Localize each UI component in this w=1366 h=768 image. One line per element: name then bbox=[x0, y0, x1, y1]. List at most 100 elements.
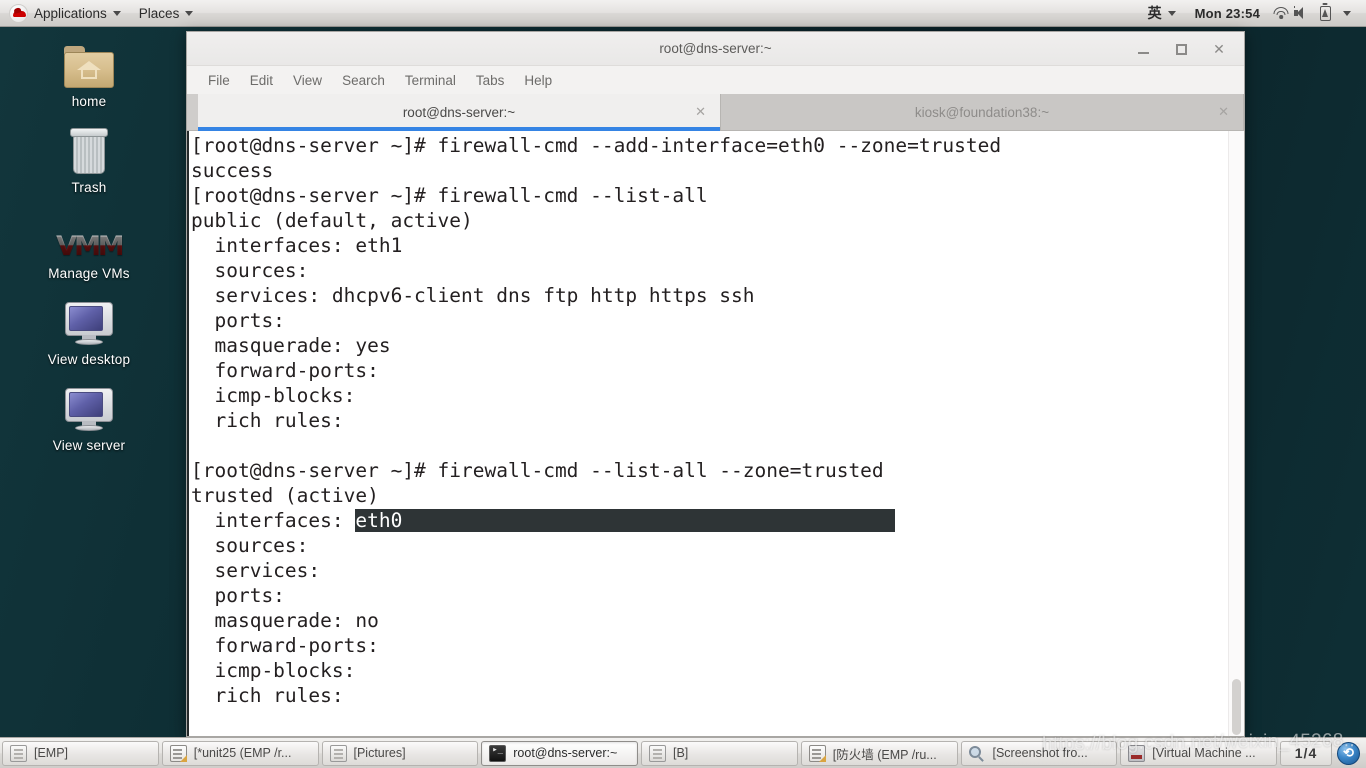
window-icon bbox=[329, 744, 347, 762]
desktop-icon-label: View desktop bbox=[47, 352, 131, 367]
chevron-down-icon bbox=[112, 10, 121, 16]
menu-view[interactable]: View bbox=[284, 70, 331, 91]
menu-tabs[interactable]: Tabs bbox=[467, 70, 514, 91]
terminal-tab-label: kiosk@foundation38:~ bbox=[914, 104, 1050, 120]
terminal-tab-label: root@dns-server:~ bbox=[402, 104, 516, 120]
terminal-line: icmp-blocks: bbox=[191, 384, 356, 407]
menu-terminal[interactable]: Terminal bbox=[396, 70, 465, 91]
desktop-icon-label: View server bbox=[52, 438, 126, 453]
workspace-switcher[interactable]: 1/4 bbox=[1280, 740, 1332, 766]
taskbar-item-label: root@dns-server:~ bbox=[513, 746, 618, 760]
terminal-line: ports: bbox=[191, 584, 285, 607]
desktop-icon-manage-vms[interactable]: VMM Manage VMs bbox=[0, 199, 178, 285]
terminal-line: [root@dns-server ~]# firewall-cmd --add-… bbox=[191, 134, 1002, 157]
terminal-tab-bar: root@dns-server:~ ✕ kiosk@foundation38:~… bbox=[187, 94, 1244, 131]
terminal-line: masquerade: no bbox=[191, 609, 379, 632]
volume-icon[interactable] bbox=[1292, 3, 1314, 23]
desktop-icon-label: Manage VMs bbox=[48, 266, 130, 281]
input-method-indicator[interactable]: 英 bbox=[1139, 0, 1185, 26]
monitor-icon bbox=[0, 294, 178, 346]
taskbar-item-root-dns-server[interactable]: root@dns-server:~ bbox=[481, 740, 638, 766]
terminal-output[interactable]: [root@dns-server ~]# firewall-cmd --add-… bbox=[189, 133, 1228, 736]
chevron-down-icon bbox=[185, 10, 194, 16]
desktop-icon-view-desktop[interactable]: View desktop bbox=[0, 285, 178, 371]
folder-home-icon bbox=[0, 36, 178, 88]
taskbar-item-label: [*unit25 (EMP /r... bbox=[193, 746, 292, 760]
terminal-selected-text: eth0 bbox=[355, 509, 403, 532]
terminal-selection-fill bbox=[402, 509, 896, 532]
terminal-line: icmp-blocks: bbox=[191, 659, 356, 682]
minimize-button[interactable] bbox=[1124, 32, 1162, 66]
menu-edit[interactable]: Edit bbox=[241, 70, 282, 91]
places-menu[interactable]: Places bbox=[130, 0, 203, 26]
battery-icon[interactable] bbox=[1314, 3, 1336, 23]
terminal-scrollbar[interactable] bbox=[1228, 131, 1244, 736]
close-icon[interactable]: ✕ bbox=[695, 104, 706, 120]
desktop-icon-label: home bbox=[71, 94, 107, 109]
text-editor-icon bbox=[169, 744, 187, 762]
menu-bar: File Edit View Search Terminal Tabs Help bbox=[187, 66, 1244, 94]
menu-file[interactable]: File bbox=[199, 70, 239, 91]
terminal-line: [root@dns-server ~]# firewall-cmd --list… bbox=[191, 184, 708, 207]
applications-menu-label: Applications bbox=[34, 5, 107, 21]
top-panel: Applications Places 英 Mon 23:54 bbox=[0, 0, 1366, 27]
desktop-icon-label: Trash bbox=[71, 180, 107, 195]
taskbar-item-label: [Pictures] bbox=[353, 746, 406, 760]
terminal-line: interfaces: eth0 bbox=[191, 508, 1228, 533]
taskbar-item-emp[interactable]: [EMP] bbox=[2, 740, 159, 766]
terminal-tab-root-dns-server[interactable]: root@dns-server:~ ✕ bbox=[198, 94, 721, 131]
terminal-tab-kiosk-foundation38[interactable]: kiosk@foundation38:~ ✕ bbox=[721, 94, 1244, 130]
wifi-icon[interactable] bbox=[1270, 3, 1292, 23]
desktop-icon-area: home Trash VMM Manage VMs View desktop V… bbox=[0, 27, 178, 457]
terminal-line: interfaces: eth1 bbox=[191, 234, 403, 257]
chevron-down-icon[interactable] bbox=[1336, 3, 1358, 23]
trash-bin-icon bbox=[0, 122, 178, 174]
taskbar-item-pictures[interactable]: [Pictures] bbox=[321, 740, 479, 766]
terminal-line: [root@dns-server ~]# firewall-cmd --list… bbox=[191, 459, 884, 482]
app-circle-icon[interactable]: ⟲ bbox=[1337, 741, 1360, 765]
taskbar-item-label: [Virtual Machine ... bbox=[1152, 746, 1256, 760]
top-panel-left: Applications Places bbox=[0, 0, 202, 26]
terminal-line: sources: bbox=[191, 259, 309, 282]
taskbar-item-label: [EMP] bbox=[34, 746, 69, 760]
close-icon[interactable]: ✕ bbox=[1218, 104, 1229, 120]
taskbar-item-virtual-machine[interactable]: [Virtual Machine ... bbox=[1120, 740, 1277, 766]
terminal-line: ports: bbox=[191, 309, 285, 332]
window-title-bar[interactable]: root@dns-server:~ ✕ bbox=[187, 32, 1244, 66]
maximize-button[interactable] bbox=[1162, 32, 1200, 66]
terminal-line: services: dhcpv6-client dns ftp http htt… bbox=[191, 284, 755, 307]
taskbar-item-b[interactable]: [B] bbox=[641, 740, 798, 766]
desktop-icon-view-server[interactable]: View server bbox=[0, 371, 178, 457]
taskbar-item-label: [防火墙 (EMP /ru... bbox=[832, 747, 937, 762]
terminal-body[interactable]: [root@dns-server ~]# firewall-cmd --add-… bbox=[187, 131, 1244, 736]
window-controls: ✕ bbox=[1124, 32, 1238, 66]
applications-menu[interactable]: Applications bbox=[0, 0, 130, 26]
screenshot-icon bbox=[968, 745, 986, 762]
desktop-icon-home[interactable]: home bbox=[0, 27, 178, 113]
terminal-line: forward-ports: bbox=[191, 359, 379, 382]
taskbar-item-screenshot[interactable]: [Screenshot fro... bbox=[960, 740, 1118, 766]
taskbar: [EMP] [*unit25 (EMP /r... [Pictures] roo… bbox=[0, 737, 1366, 768]
terminal-line: success bbox=[191, 159, 274, 182]
close-icon: ✕ bbox=[1213, 40, 1225, 57]
input-method-label: 英 bbox=[1147, 5, 1162, 21]
taskbar-item-unit25[interactable]: [*unit25 (EMP /r... bbox=[161, 740, 319, 766]
monitor-icon bbox=[0, 380, 178, 432]
top-panel-right: 英 Mon 23:54 bbox=[1139, 0, 1366, 26]
terminal-icon bbox=[489, 744, 507, 762]
menu-search[interactable]: Search bbox=[333, 70, 394, 91]
terminal-line: sources: bbox=[191, 534, 309, 557]
scrollbar-thumb[interactable] bbox=[1232, 679, 1241, 735]
redhat-logo-icon bbox=[9, 3, 28, 23]
taskbar-item-label: [Screenshot fro... bbox=[992, 746, 1088, 760]
menu-help[interactable]: Help bbox=[515, 70, 561, 91]
desktop-icon-trash[interactable]: Trash bbox=[0, 113, 178, 199]
taskbar-item-firewall[interactable]: [防火墙 (EMP /ru... bbox=[800, 740, 958, 766]
close-button[interactable]: ✕ bbox=[1200, 32, 1238, 66]
terminal-line: masquerade: yes bbox=[191, 334, 391, 357]
clock[interactable]: Mon 23:54 bbox=[1185, 6, 1270, 21]
window-icon bbox=[649, 744, 666, 762]
window-icon bbox=[10, 744, 27, 762]
text-editor-icon bbox=[808, 744, 826, 762]
